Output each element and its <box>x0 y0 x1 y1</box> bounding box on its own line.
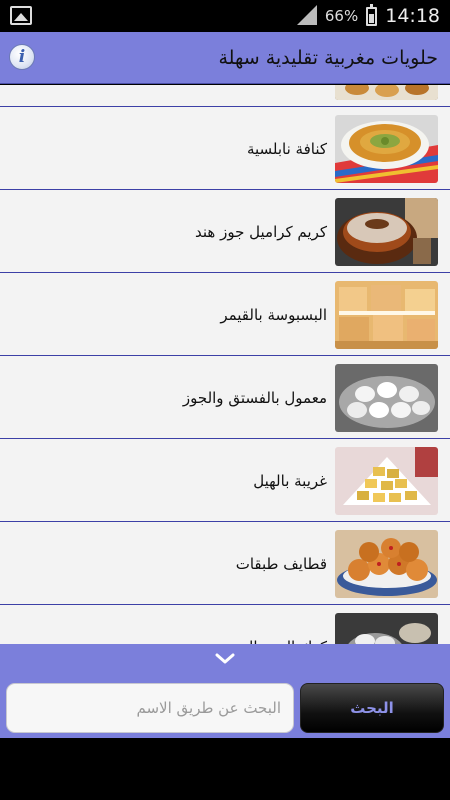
navigation-bar-area <box>0 738 450 800</box>
list-item[interactable]: غريبة بالهيل <box>0 440 450 522</box>
item-label: البسبوسة بالقيمر <box>220 306 327 324</box>
maamoul-thumbnail <box>335 364 438 432</box>
item-label: معمول بالفستق والجوز <box>182 389 327 407</box>
app-header: i حلويات مغربية تقليدية سهلة <box>0 32 450 84</box>
battery-percent: 66% <box>324 7 359 25</box>
signal-icon <box>295 5 317 27</box>
search-panel: البحث <box>0 644 450 738</box>
status-indicators: 66% 14:18 <box>295 0 440 32</box>
status-bar: 66% 14:18 <box>0 0 450 32</box>
clock: 14:18 <box>385 5 440 27</box>
item-label: كنافة نابلسية <box>246 140 327 158</box>
list-item[interactable]: كنافة نابلسية <box>0 108 450 190</box>
item-label: قطايف طبقات <box>235 555 327 573</box>
kaak-thumbnail <box>335 613 438 644</box>
list-item[interactable]: كريم كراميل جوز هند <box>0 191 450 273</box>
qatayef-thumbnail <box>335 530 438 598</box>
info-icon[interactable]: i <box>9 44 35 70</box>
list-item[interactable]: قطايف طبقات <box>0 523 450 605</box>
recipe-list[interactable]: كنافة نابلسية كريم كراميل جوز هند البسبو… <box>0 85 450 644</box>
search-button[interactable]: البحث <box>300 683 444 733</box>
list-item[interactable] <box>0 85 450 107</box>
list-item[interactable]: معمول بالفستق والجوز <box>0 357 450 439</box>
chevron-down-icon[interactable] <box>215 652 235 666</box>
list-item[interactable]: كعك العيد بالعجوة <box>0 606 450 644</box>
caramel-cake-thumbnail <box>335 198 438 266</box>
kunafa-thumbnail <box>335 115 438 183</box>
ghriba-thumbnail <box>335 447 438 515</box>
basbousa-thumbnail <box>335 281 438 349</box>
list-item[interactable]: البسبوسة بالقيمر <box>0 274 450 356</box>
page-title: حلويات مغربية تقليدية سهلة <box>218 47 439 69</box>
item-label: كريم كراميل جوز هند <box>195 223 327 241</box>
search-input[interactable] <box>6 683 294 733</box>
item-label: كعك العيد بالعجوة <box>216 606 327 644</box>
dessert-thumbnail <box>335 85 438 100</box>
battery-icon <box>366 3 378 26</box>
gallery-icon <box>10 6 32 25</box>
item-label: غريبة بالهيل <box>253 472 327 490</box>
